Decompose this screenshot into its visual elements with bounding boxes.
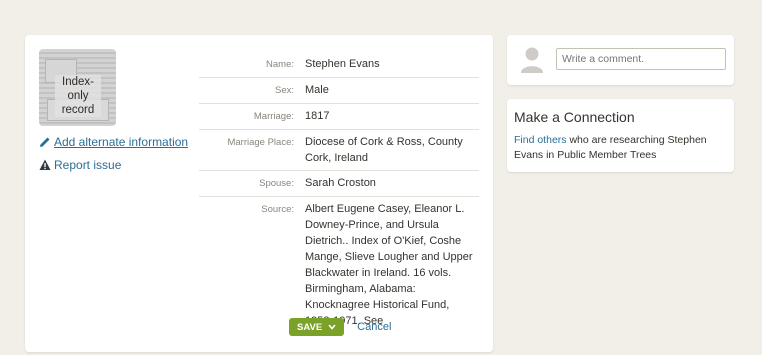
field-row-spouse: Spouse: Sarah Croston (199, 171, 479, 197)
field-row-marriage: Marriage: 1817 (199, 104, 479, 130)
record-actions: SAVE Cancel (289, 318, 391, 336)
find-others-link[interactable]: Find others (514, 134, 567, 146)
add-alternate-info-label: Add alternate information (54, 135, 189, 149)
field-label: Sex: (274, 85, 294, 96)
warning-icon (39, 159, 51, 170)
thumbnail-label: Index-only record (55, 75, 101, 117)
field-label: Spouse: (259, 178, 294, 189)
connection-text: Find others who are researching Stephen … (514, 133, 724, 163)
add-alternate-info-link[interactable]: Add alternate information (39, 135, 188, 149)
field-label: Source: (261, 204, 294, 215)
field-row-name: Name: Stephen Evans (199, 52, 479, 78)
connection-card: Make a Connection Find others who are re… (507, 99, 734, 172)
record-card: Index-only record Add alternate informat… (25, 35, 493, 352)
connection-title: Make a Connection (514, 109, 635, 125)
field-row-marriage-place: Marriage Place: Diocese of Cork & Ross, … (199, 130, 479, 171)
cancel-link[interactable]: Cancel (357, 321, 391, 333)
field-label: Name: (266, 59, 294, 70)
field-label: Marriage: (253, 111, 294, 122)
comment-card (507, 35, 734, 85)
field-row-sex: Sex: Male (199, 78, 479, 104)
avatar-icon (521, 47, 543, 73)
save-button[interactable]: SAVE (289, 318, 345, 336)
field-row-source: Source: Albert Eugene Casey, Eleanor L. … (199, 197, 479, 333)
field-value: Sarah Croston (305, 177, 376, 189)
report-issue-label: Report issue (54, 158, 122, 172)
pencil-icon (40, 137, 50, 147)
field-value: Stephen Evans (305, 58, 380, 70)
record-fields: Name: Stephen Evans Sex: Male Marriage: … (199, 52, 479, 333)
field-value: Albert Eugene Casey, Eleanor L. Downey-P… (305, 203, 473, 327)
field-label: Marriage Place: (227, 137, 294, 148)
comment-input[interactable] (556, 48, 726, 70)
chevron-down-icon (328, 324, 336, 330)
field-value: 1817 (305, 110, 330, 122)
field-value: Male (305, 84, 329, 96)
save-label: SAVE (297, 321, 323, 333)
report-issue-link[interactable]: Report issue (39, 158, 121, 172)
field-value: Diocese of Cork & Ross, County Cork, Ire… (305, 136, 463, 164)
record-thumbnail[interactable]: Index-only record (39, 49, 116, 126)
